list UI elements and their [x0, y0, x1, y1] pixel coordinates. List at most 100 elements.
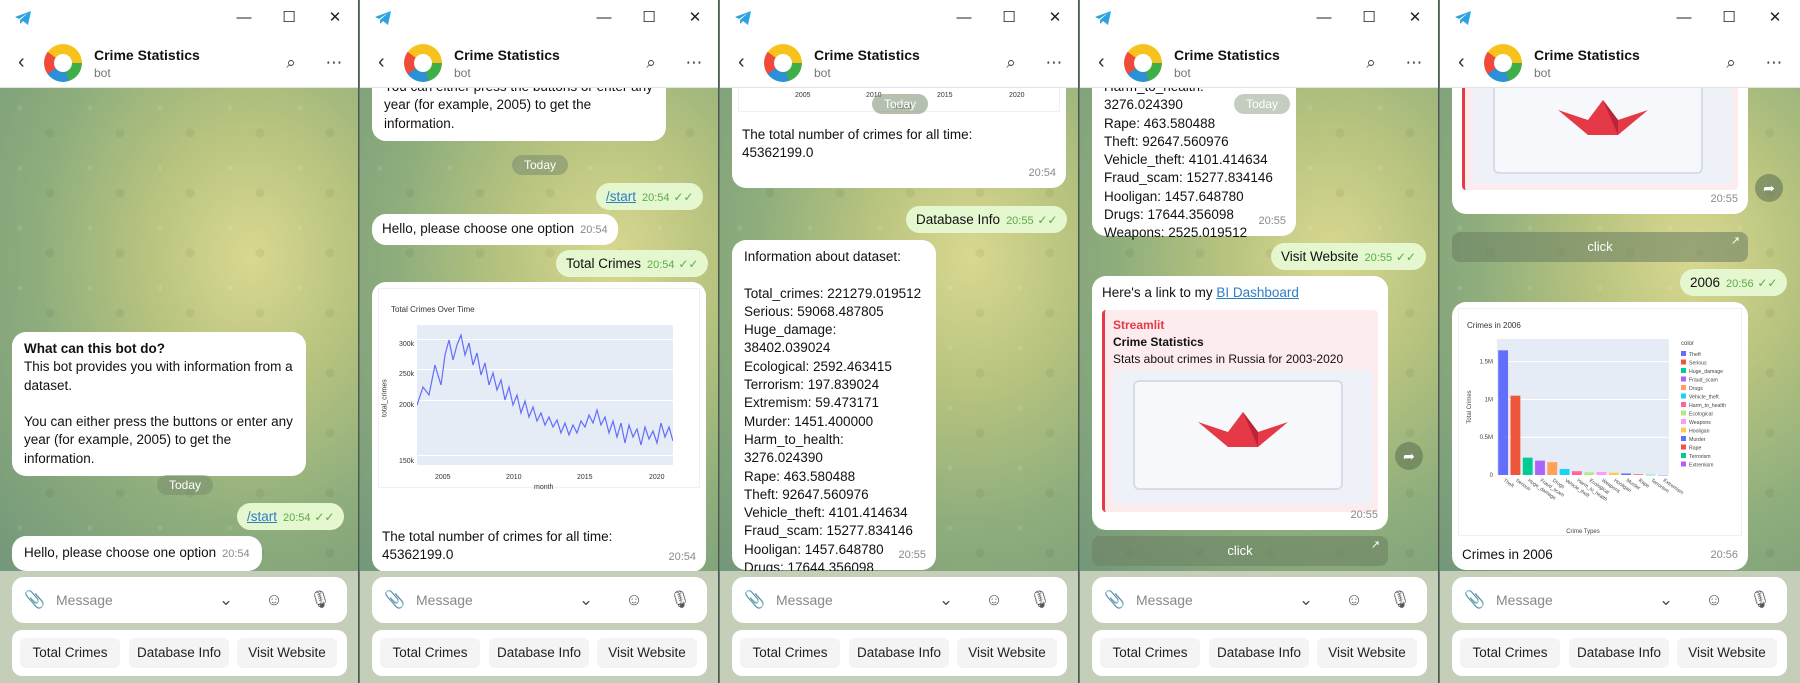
keyboard-button-total-crimes[interactable]: Total Crimes — [380, 638, 480, 668]
window-titlebar: — ☐ ✕ — [360, 0, 718, 36]
minimize-icon[interactable]: — — [954, 8, 974, 28]
avatar[interactable] — [1124, 44, 1162, 82]
legend-item: Rape — [1689, 446, 1702, 452]
sticker-icon[interactable]: ☺ — [983, 589, 1005, 611]
minimize-icon[interactable]: — — [594, 8, 614, 28]
line-chart-image[interactable]: Total Crimes Over Time 300k 250k 200k 15… — [378, 288, 700, 491]
more-icon[interactable]: ⋯ — [1763, 52, 1785, 74]
back-arrow-icon[interactable]: ‹ — [738, 51, 758, 73]
attach-icon[interactable]: 📎 — [744, 589, 766, 611]
message-composer[interactable]: 📎 Message ⌄ ☺ 🎙 — [12, 577, 347, 623]
inline-click-button[interactable]: click ↗ — [1092, 536, 1388, 566]
search-icon[interactable]: ⌕ — [1360, 52, 1382, 74]
keyboard-button-total-crimes[interactable]: Total Crimes — [20, 638, 120, 668]
more-icon[interactable]: ⋯ — [323, 52, 345, 74]
minimize-icon[interactable]: — — [1314, 8, 1334, 28]
share-icon[interactable]: ➦ — [1395, 442, 1423, 470]
keyboard-button-visit-website[interactable]: Visit Website — [1317, 638, 1417, 668]
keyboard-button-database-info[interactable]: Database Info — [1569, 638, 1669, 668]
maximize-icon[interactable]: ☐ — [999, 8, 1019, 28]
attach-icon[interactable]: 📎 — [384, 589, 406, 611]
avatar[interactable] — [404, 44, 442, 82]
more-icon[interactable]: ⋯ — [1403, 52, 1425, 74]
chevron-down-icon[interactable]: ⌄ — [215, 589, 237, 611]
chat-area[interactable]: 20:55 ➦ click ↗ 2006 20:56 ✓✓ Crimes in 20… — [1440, 88, 1800, 571]
search-icon[interactable]: ⌕ — [280, 52, 302, 74]
bi-dashboard-link[interactable]: BI Dashboard — [1216, 285, 1299, 300]
sticker-icon[interactable]: ☺ — [1343, 589, 1365, 611]
keyboard-button-visit-website[interactable]: Visit Website — [597, 638, 697, 668]
close-icon[interactable]: ✕ — [325, 8, 345, 28]
more-icon[interactable]: ⋯ — [1043, 52, 1065, 74]
minimize-icon[interactable]: — — [234, 8, 254, 28]
chevron-down-icon[interactable]: ⌄ — [935, 589, 957, 611]
chevron-down-icon[interactable]: ⌄ — [1655, 589, 1677, 611]
maximize-icon[interactable]: ☐ — [279, 8, 299, 28]
link-preview[interactable]: Streamlit Crime Statistics Stats about c… — [1102, 310, 1378, 512]
back-arrow-icon[interactable]: ‹ — [18, 51, 38, 73]
search-icon[interactable]: ⌕ — [640, 52, 662, 74]
avatar[interactable] — [1484, 44, 1522, 82]
attach-icon[interactable]: 📎 — [1464, 589, 1486, 611]
back-arrow-icon[interactable]: ‹ — [1098, 51, 1118, 73]
message-composer[interactable]: 📎 Message ⌄ ☺ 🎙 — [1092, 577, 1427, 623]
maximize-icon[interactable]: ☐ — [639, 8, 659, 28]
microphone-icon[interactable]: 🎙 — [1749, 589, 1771, 611]
start-command-link[interactable]: /start — [247, 509, 277, 524]
chat-area[interactable]: 150k 2005 2010 2015 2020 month The total… — [720, 88, 1078, 571]
bar-chart-image[interactable]: Crimes in 2006 1.5M 1M 0.5M 0 Theft Serious Hu… — [1458, 308, 1742, 536]
keyboard-button-database-info[interactable]: Database Info — [489, 638, 589, 668]
message-input[interactable]: Message — [776, 592, 833, 608]
avatar[interactable] — [764, 44, 802, 82]
more-icon[interactable]: ⋯ — [683, 52, 705, 74]
close-icon[interactable]: ✕ — [1045, 8, 1065, 28]
search-icon[interactable]: ⌕ — [1000, 52, 1022, 74]
keyboard-button-visit-website[interactable]: Visit Website — [957, 638, 1057, 668]
message-input[interactable]: Message — [1136, 592, 1193, 608]
sticker-icon[interactable]: ☺ — [623, 589, 645, 611]
minimize-icon[interactable]: — — [1674, 8, 1694, 28]
share-icon[interactable]: ➦ — [1755, 174, 1783, 202]
back-arrow-icon[interactable]: ‹ — [378, 51, 398, 73]
sticker-icon[interactable]: ☺ — [1703, 589, 1725, 611]
message-input[interactable]: Message — [1496, 592, 1553, 608]
chat-area[interactable]: You can either press the buttons or ente… — [360, 88, 718, 571]
attach-icon[interactable]: 📎 — [1104, 589, 1126, 611]
link-preview[interactable] — [1462, 88, 1738, 190]
microphone-icon[interactable]: 🎙 — [1029, 589, 1051, 611]
message-composer[interactable]: 📎 Message ⌄ ☺ 🎙 — [1452, 577, 1787, 623]
inline-click-button[interactable]: click ↗ — [1452, 232, 1748, 262]
microphone-icon[interactable]: 🎙 — [669, 589, 691, 611]
avatar[interactable] — [44, 44, 82, 82]
message-input[interactable]: Message — [416, 592, 473, 608]
attach-icon[interactable]: 📎 — [24, 589, 46, 611]
read-check-icon: ✓✓ — [1395, 250, 1416, 264]
keyboard-button-database-info[interactable]: Database Info — [1209, 638, 1309, 668]
search-icon[interactable]: ⌕ — [1720, 52, 1742, 74]
microphone-icon[interactable]: 🎙 — [309, 589, 331, 611]
message-composer[interactable]: 📎 Message ⌄ ☺ 🎙 — [732, 577, 1067, 623]
maximize-icon[interactable]: ☐ — [1719, 8, 1739, 28]
close-icon[interactable]: ✕ — [685, 8, 705, 28]
microphone-icon[interactable]: 🎙 — [1389, 589, 1411, 611]
keyboard-button-visit-website[interactable]: Visit Website — [237, 638, 337, 668]
chevron-down-icon[interactable]: ⌄ — [575, 589, 597, 611]
keyboard-button-total-crimes[interactable]: Total Crimes — [1460, 638, 1560, 668]
message-input[interactable]: Message — [56, 592, 113, 608]
chat-area[interactable]: Harm_to_health: 3276.024390 Rape: 463.58… — [1080, 88, 1438, 571]
chevron-down-icon[interactable]: ⌄ — [1295, 589, 1317, 611]
keyboard-button-visit-website[interactable]: Visit Website — [1677, 638, 1777, 668]
message-composer[interactable]: 📎 Message ⌄ ☺ 🎙 — [372, 577, 707, 623]
keyboard-button-total-crimes[interactable]: Total Crimes — [740, 638, 840, 668]
keyboard-button-database-info[interactable]: Database Info — [129, 638, 229, 668]
start-command-link[interactable]: /start — [606, 189, 636, 204]
close-icon[interactable]: ✕ — [1765, 8, 1785, 28]
sticker-icon[interactable]: ☺ — [263, 589, 285, 611]
back-arrow-icon[interactable]: ‹ — [1458, 51, 1478, 73]
maximize-icon[interactable]: ☐ — [1359, 8, 1379, 28]
keyboard-button-total-crimes[interactable]: Total Crimes — [1100, 638, 1200, 668]
chat-area[interactable]: What can this bot do? This bot provides … — [0, 88, 358, 571]
keyboard-button-database-info[interactable]: Database Info — [849, 638, 949, 668]
close-icon[interactable]: ✕ — [1405, 8, 1425, 28]
bar — [1645, 474, 1656, 476]
